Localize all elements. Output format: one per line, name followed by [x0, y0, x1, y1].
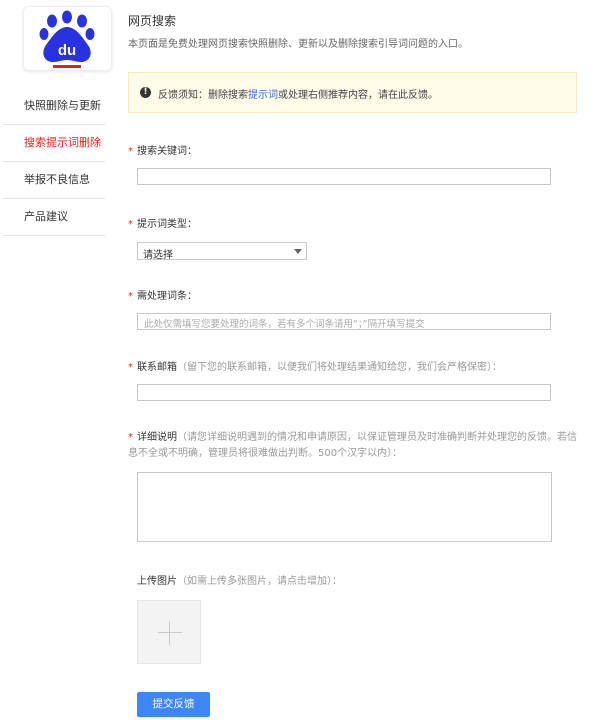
notice-suffix: 或处理右侧推荐内容，请在此反馈。 [278, 90, 438, 101]
submit-button[interactable]: 提交反馈 [137, 692, 210, 717]
upload-image-button[interactable] [137, 600, 201, 664]
sidebar-item-report[interactable]: 举报不良信息 [3, 162, 105, 199]
type-label-text: 提示词类型： [137, 219, 197, 230]
chevron-down-icon [294, 249, 302, 254]
required-mark: * [128, 291, 133, 302]
sidebar-nav: 快照删除与更新 搜索提示词删除 举报不良信息 产品建议 [3, 88, 105, 236]
detail-label-text: 详细说明 [137, 432, 177, 443]
keyword-label: * 搜索关键词： [128, 142, 197, 157]
notice-prefix: 反馈须知：删除搜索 [158, 90, 248, 101]
detail-hint: （请您详细说明遇到的情况和申请原因，以保证管理员及时准确判断并处理您的反馈。若信… [128, 432, 577, 459]
email-label: * 联系邮箱（留下您的联系邮箱，以便我们将处理结果通知给您，我们会严格保密）： [128, 358, 502, 373]
page-title: 网页搜索 [128, 14, 177, 28]
terms-label-text: 需处理词条： [137, 291, 197, 302]
exclamation-circle-icon: ! [140, 87, 151, 98]
sidebar-item-snapshot[interactable]: 快照删除与更新 [3, 88, 105, 125]
sidebar-item-feedback[interactable]: 产品建议 [3, 199, 105, 236]
required-mark: * [128, 362, 133, 373]
detail-textarea[interactable] [137, 472, 552, 542]
notice-link[interactable]: 提示词 [248, 90, 278, 101]
email-field[interactable] [137, 384, 551, 401]
keyword-input[interactable] [137, 168, 551, 185]
terms-label: * 需处理词条： [128, 287, 197, 302]
email-label-text: 联系邮箱 [137, 362, 177, 373]
upload-label: 上传图片（如需上传多张图片，请点击增加）： [137, 572, 342, 587]
upload-label-text: 上传图片 [137, 576, 177, 587]
notice-text: 反馈须知：删除搜索提示词或处理右侧推荐内容，请在此反馈。 [158, 86, 438, 101]
detail-label: * 详细说明（请您详细说明遇到的情况和申请原因，以保证管理员及时准确判断并处理您的… [128, 430, 583, 462]
type-select[interactable]: 请选择 [137, 242, 307, 261]
required-mark: * [128, 432, 133, 443]
required-mark: * [128, 219, 133, 230]
keyword-label-text: 搜索关键词： [137, 146, 197, 157]
required-mark: * [128, 146, 133, 157]
sidebar-item-suggestion-delete[interactable]: 搜索提示词删除 [3, 125, 105, 162]
email-hint: （留下您的联系邮箱，以便我们将处理结果通知给您，我们会严格保密）： [177, 362, 502, 373]
upload-hint: （如需上传多张图片，请点击增加）： [177, 576, 342, 587]
baidu-paw-icon: du [39, 10, 95, 68]
type-select-value: 请选择 [143, 250, 173, 261]
terms-input[interactable]: 此处仅需填写您要处理的词条，若有多个词条请用“；”隔开填写提交 [137, 313, 551, 330]
logo-text: du [58, 42, 76, 59]
page-description: 本页面是免费处理网页搜索快照删除、更新以及删除搜索引导词问题的入口。 [128, 39, 468, 50]
notice-banner: ! 反馈须知：删除搜索提示词或处理右侧推荐内容，请在此反馈。 [128, 72, 577, 113]
baidu-logo: du [23, 6, 112, 71]
type-label: * 提示词类型： [128, 215, 197, 230]
terms-placeholder: 此处仅需填写您要处理的词条，若有多个词条请用“；”隔开填写提交 [144, 319, 425, 330]
